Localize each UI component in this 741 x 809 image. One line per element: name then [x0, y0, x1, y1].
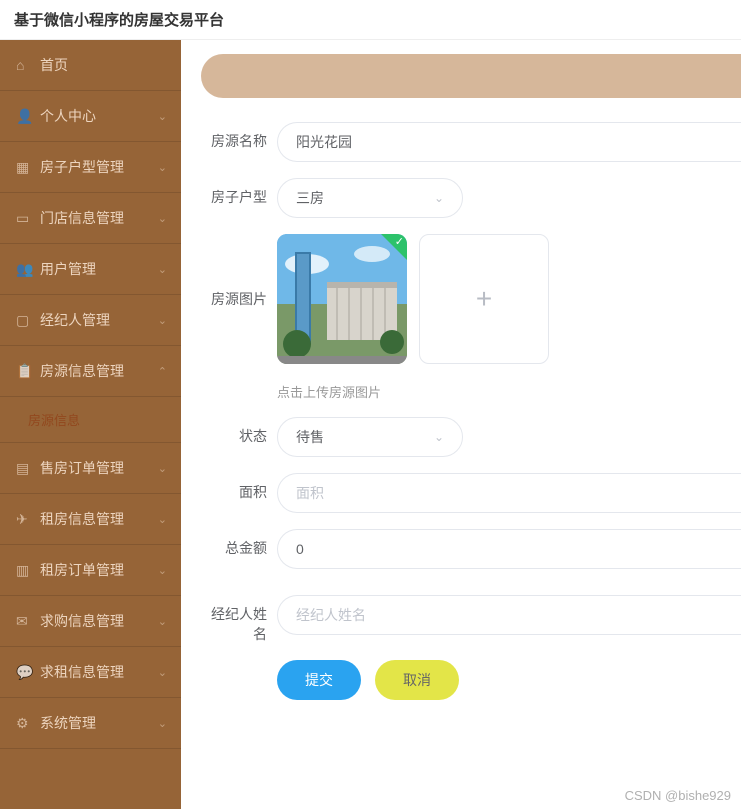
status-select[interactable]: 待售 ⌄ [277, 417, 463, 457]
select-value: 三房 [296, 188, 324, 208]
plus-icon: + [476, 283, 492, 315]
upload-hint: 点击上传房源图片 [277, 382, 741, 401]
chevron-down-icon: ⌄ [158, 462, 167, 475]
sidebar-item-listings[interactable]: 📋 房源信息管理 ⌃ [0, 346, 181, 397]
sidebar-item-store[interactable]: ▭ 门店信息管理 ⌄ [0, 193, 181, 244]
sidebar-item-label: 经纪人管理 [40, 310, 110, 330]
select-value: 待售 [296, 427, 324, 447]
label-area: 面积 [201, 473, 277, 503]
sidebar-item-label: 求租信息管理 [40, 662, 124, 682]
sidebar-item-buy-requests[interactable]: ✉ 求购信息管理 ⌄ [0, 596, 181, 647]
area-input[interactable] [277, 473, 741, 513]
app-title: 基于微信小程序的房屋交易平台 [14, 9, 224, 30]
cancel-button[interactable]: 取消 [375, 660, 459, 700]
label-name: 房源名称 [201, 122, 277, 152]
chevron-down-icon: ⌄ [158, 110, 167, 123]
label-hint [201, 380, 277, 390]
sidebar-item-users[interactable]: 👥 用户管理 ⌄ [0, 244, 181, 295]
sidebar-item-label: 售房订单管理 [40, 458, 124, 478]
name-input[interactable] [277, 122, 741, 162]
sidebar-sub-listing-info[interactable]: 房源信息 [0, 397, 181, 443]
doc-icon: 📋 [16, 364, 30, 378]
sys-icon: ⚙ [16, 716, 30, 730]
chevron-down-icon: ⌄ [158, 263, 167, 276]
chevron-down-icon: ⌄ [158, 717, 167, 730]
sidebar-item-rent-requests[interactable]: 💬 求租信息管理 ⌄ [0, 647, 181, 698]
label-total: 总金额 [201, 529, 277, 559]
rent-icon: ▥ [16, 563, 30, 577]
home-icon: ⌂ [16, 58, 30, 72]
grid-icon: ▦ [16, 160, 30, 174]
label-type: 房子户型 [201, 178, 277, 208]
sidebar-item-home[interactable]: ⌂ 首页 [0, 40, 181, 91]
sidebar-item-label: 租房订单管理 [40, 560, 124, 580]
store-icon: ▭ [16, 211, 30, 225]
chevron-down-icon: ⌄ [158, 666, 167, 679]
agent-icon: ▢ [16, 313, 30, 327]
submit-button[interactable]: 提交 [277, 660, 361, 700]
label-status: 状态 [201, 417, 277, 447]
order-icon: ▤ [16, 461, 30, 475]
sidebar-item-label: 系统管理 [40, 713, 96, 733]
chevron-down-icon: ⌄ [158, 615, 167, 628]
sidebar-item-sell-orders[interactable]: ▤ 售房订单管理 ⌄ [0, 443, 181, 494]
sidebar-item-label: 个人中心 [40, 106, 96, 126]
sidebar-item-rent-orders[interactable]: ▥ 租房订单管理 ⌄ [0, 545, 181, 596]
chevron-down-icon: ⌄ [158, 212, 167, 225]
user-icon: 👤 [16, 109, 30, 123]
sidebar-sub-label: 房源信息 [28, 410, 80, 429]
users-icon: 👥 [16, 262, 30, 276]
sidebar-item-label: 用户管理 [40, 259, 96, 279]
sidebar-item-label: 租房信息管理 [40, 509, 124, 529]
add-image-button[interactable]: + [419, 234, 549, 364]
sidebar-item-label: 门店信息管理 [40, 208, 124, 228]
sidebar-item-housetype[interactable]: ▦ 房子户型管理 ⌄ [0, 142, 181, 193]
chevron-down-icon: ⌄ [434, 191, 444, 205]
label-agent: 经纪人姓名 [201, 595, 277, 644]
sidebar-item-label: 首页 [40, 55, 68, 75]
watermark: CSDN @bishe929 [625, 788, 731, 803]
banner [201, 54, 741, 98]
chat-icon: 💬 [16, 665, 30, 679]
sidebar-item-agents[interactable]: ▢ 经纪人管理 ⌄ [0, 295, 181, 346]
sidebar-item-label: 房源信息管理 [40, 361, 124, 381]
chevron-down-icon: ⌄ [158, 564, 167, 577]
sidebar-item-label: 求购信息管理 [40, 611, 124, 631]
sidebar-item-rent-info[interactable]: ✈ 租房信息管理 ⌄ [0, 494, 181, 545]
content: 房源名称 房子户型 三房 ⌄ 房源图片 [181, 40, 741, 809]
sidebar-item-profile[interactable]: 👤 个人中心 ⌄ [0, 91, 181, 142]
type-select[interactable]: 三房 ⌄ [277, 178, 463, 218]
chevron-down-icon: ⌄ [158, 513, 167, 526]
mail-icon: ✉ [16, 614, 30, 628]
sidebar-item-system[interactable]: ⚙ 系统管理 ⌄ [0, 698, 181, 749]
label-image: 房源图片 [201, 234, 277, 310]
chevron-down-icon: ⌄ [158, 161, 167, 174]
chevron-down-icon: ⌄ [434, 430, 444, 444]
agent-input[interactable] [277, 595, 741, 635]
chevron-up-icon: ⌃ [158, 365, 167, 378]
plane-icon: ✈ [16, 512, 30, 526]
check-icon [381, 234, 407, 260]
sidebar-item-label: 房子户型管理 [40, 157, 124, 177]
chevron-down-icon: ⌄ [158, 314, 167, 327]
uploaded-image[interactable] [277, 234, 407, 364]
sidebar: ⌂ 首页 👤 个人中心 ⌄ ▦ 房子户型管理 ⌄ ▭ 门店信息管理 ⌄ 👥 用户… [0, 40, 181, 809]
total-input[interactable] [277, 529, 741, 569]
header: 基于微信小程序的房屋交易平台 [0, 0, 741, 40]
